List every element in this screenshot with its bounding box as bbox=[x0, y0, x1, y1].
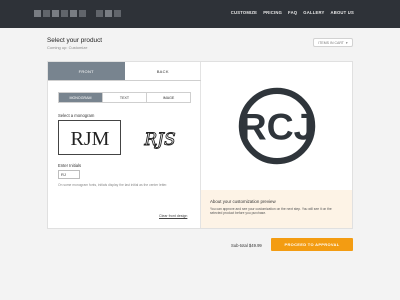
initials-hint: On some monogram fonts, initials display… bbox=[58, 183, 168, 187]
top-navigation-bar: CUSTOMIZE PRICING FAQ GALLERY ABOUT US bbox=[0, 0, 400, 28]
monogram-block-text: RJM bbox=[70, 128, 109, 149]
monogram-preview-text: RCJ bbox=[239, 105, 314, 147]
preview-note: About your customization preview You can… bbox=[201, 190, 352, 228]
monogram-option-block[interactable]: RJM bbox=[58, 120, 121, 155]
nav-customize[interactable]: CUSTOMIZE bbox=[231, 10, 257, 15]
side-tabs: FRONT BACK bbox=[48, 62, 201, 81]
items-in-cart-button[interactable]: ITEMS IN CART ▾ bbox=[313, 38, 353, 47]
clear-front-design-link[interactable]: Clear front design bbox=[159, 214, 187, 218]
customization-panel: FRONT BACK MONOGRAM TEXT IMAGE Select a … bbox=[47, 61, 353, 229]
select-monogram-label: Select a monogram bbox=[58, 113, 95, 118]
items-in-cart-label: ITEMS IN CART bbox=[318, 40, 344, 45]
design-controls: FRONT BACK MONOGRAM TEXT IMAGE Select a … bbox=[48, 62, 201, 228]
main-nav: CUSTOMIZE PRICING FAQ GALLERY ABOUT US bbox=[231, 10, 354, 15]
preview-note-title: About your customization preview bbox=[210, 199, 276, 204]
preview-area: RCJ About your customization preview You… bbox=[201, 62, 352, 228]
tab-front[interactable]: FRONT bbox=[48, 62, 125, 80]
monogram-option-script[interactable]: RJS bbox=[128, 120, 191, 155]
monogram-script-text: RJS bbox=[143, 130, 175, 150]
nav-pricing[interactable]: PRICING bbox=[263, 10, 282, 15]
proceed-to-approval-button[interactable]: PROCEED TO APPROVAL bbox=[271, 238, 353, 251]
subtotal: Sub-total $49.99 bbox=[231, 243, 262, 248]
monogram-preview-graphic: RCJ bbox=[238, 87, 315, 165]
monogram-preview: RCJ bbox=[201, 62, 352, 190]
page-subtitle: Coming up: Customize bbox=[47, 45, 88, 50]
enter-initials-label: Enter Initials bbox=[58, 163, 82, 168]
page-title: Select your product bbox=[47, 37, 103, 44]
preview-note-body: You can approve and see your customizati… bbox=[210, 207, 332, 216]
tab-back[interactable]: BACK bbox=[125, 62, 202, 80]
image-option[interactable]: IMAGE bbox=[147, 93, 190, 102]
nav-about-us[interactable]: ABOUT US bbox=[331, 10, 354, 15]
design-type-selector: MONOGRAM TEXT IMAGE bbox=[58, 92, 191, 103]
nav-gallery[interactable]: GALLERY bbox=[303, 10, 324, 15]
text-option[interactable]: TEXT bbox=[103, 93, 147, 102]
chevron-down-icon: ▾ bbox=[345, 40, 348, 45]
monogram-option[interactable]: MONOGRAM bbox=[59, 93, 103, 102]
logo[interactable] bbox=[34, 10, 121, 17]
nav-faq[interactable]: FAQ bbox=[288, 10, 297, 15]
initials-input[interactable] bbox=[58, 170, 80, 179]
